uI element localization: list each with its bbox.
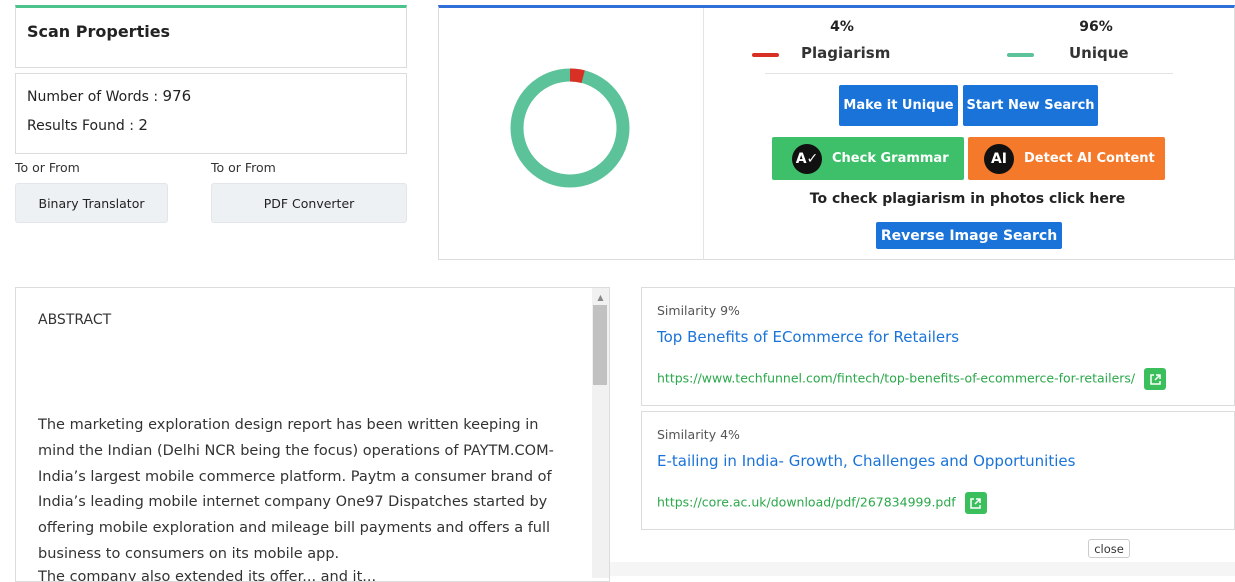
source-url: https://core.ac.uk/download/pdf/26783499… <box>657 492 987 514</box>
ai-detect-icon: AI <box>984 143 1014 174</box>
external-link-icon[interactable] <box>964 492 987 514</box>
binary-translator-button[interactable]: Binary Translator <box>15 183 168 223</box>
source-similarity: Similarity 4% <box>657 427 740 442</box>
word-count: Number of Words : 976 <box>27 87 191 105</box>
source-similarity: Similarity 9% <box>657 303 740 318</box>
external-link-icon[interactable] <box>1144 368 1167 390</box>
scrollbar-thumb[interactable] <box>593 305 607 385</box>
grammar-check-icon: A✓ <box>792 143 822 174</box>
results-count-value: 2 <box>138 116 148 134</box>
document-body: The marketing exploration design report … <box>38 413 570 568</box>
source-url-link[interactable]: https://www.techfunnel.com/fintech/top-b… <box>657 371 1135 386</box>
close-button[interactable]: close <box>1088 539 1130 558</box>
document-text-area[interactable]: ABSTRACT The marketing exploration desig… <box>15 287 610 582</box>
scan-stats-panel: Number of Words : 976 Results Found : 2 <box>15 73 407 154</box>
document-heading: ABSTRACT <box>38 312 112 328</box>
start-new-search-button[interactable]: Start New Search <box>963 85 1098 126</box>
word-count-value: 976 <box>162 87 192 105</box>
unique-legend-swatch <box>1007 53 1034 57</box>
panel-divider <box>703 8 704 260</box>
source-title-link[interactable]: E-tailing in India- Growth, Challenges a… <box>657 452 1075 470</box>
detect-ai-label: Detect AI Content <box>1024 151 1155 166</box>
source-card: Similarity 4% E-tailing in India- Growth… <box>641 411 1235 530</box>
reverse-image-search-button[interactable]: Reverse Image Search <box>876 222 1062 249</box>
scroll-up-arrow-icon[interactable]: ▲ <box>592 290 609 304</box>
unique-percent: 96% <box>1079 19 1113 35</box>
plagiarism-donut-chart <box>510 68 630 188</box>
pdf-converter-button[interactable]: PDF Converter <box>211 183 407 223</box>
photo-check-text: To check plagiarism in photos click here <box>809 191 1126 207</box>
plagiarism-legend-label: Plagiarism <box>801 44 891 62</box>
detect-ai-content-button[interactable]: AI Detect AI Content <box>968 137 1165 180</box>
source-title-link[interactable]: Top Benefits of ECommerce for Retailers <box>657 328 959 346</box>
tool-caption-binary: To or From <box>15 160 80 175</box>
make-it-unique-button[interactable]: Make it Unique <box>839 85 958 126</box>
unique-legend-label: Unique <box>1069 44 1129 62</box>
bottom-strip <box>610 562 1235 576</box>
check-grammar-button[interactable]: A✓ Check Grammar <box>772 137 964 180</box>
scan-properties-title: Scan Properties <box>27 22 171 41</box>
check-grammar-label: Check Grammar <box>832 151 949 166</box>
source-card: Similarity 9% Top Benefits of ECommerce … <box>641 287 1235 406</box>
source-url: https://www.techfunnel.com/fintech/top-b… <box>657 368 1167 390</box>
document-paragraph: The marketing exploration design report … <box>38 417 554 562</box>
plagiarism-percent: 4% <box>830 19 854 35</box>
source-url-link[interactable]: https://core.ac.uk/download/pdf/26783499… <box>657 495 956 510</box>
results-count: Results Found : 2 <box>27 116 148 134</box>
plagiarism-legend-swatch <box>752 53 779 57</box>
summary-separator <box>765 73 1173 74</box>
word-count-label: Number of Words : <box>27 89 163 105</box>
scan-properties-panel: Scan Properties <box>15 5 407 68</box>
tool-caption-pdf: To or From <box>211 160 276 175</box>
results-count-label: Results Found : <box>27 118 139 134</box>
donut-unique-segment <box>510 68 630 188</box>
